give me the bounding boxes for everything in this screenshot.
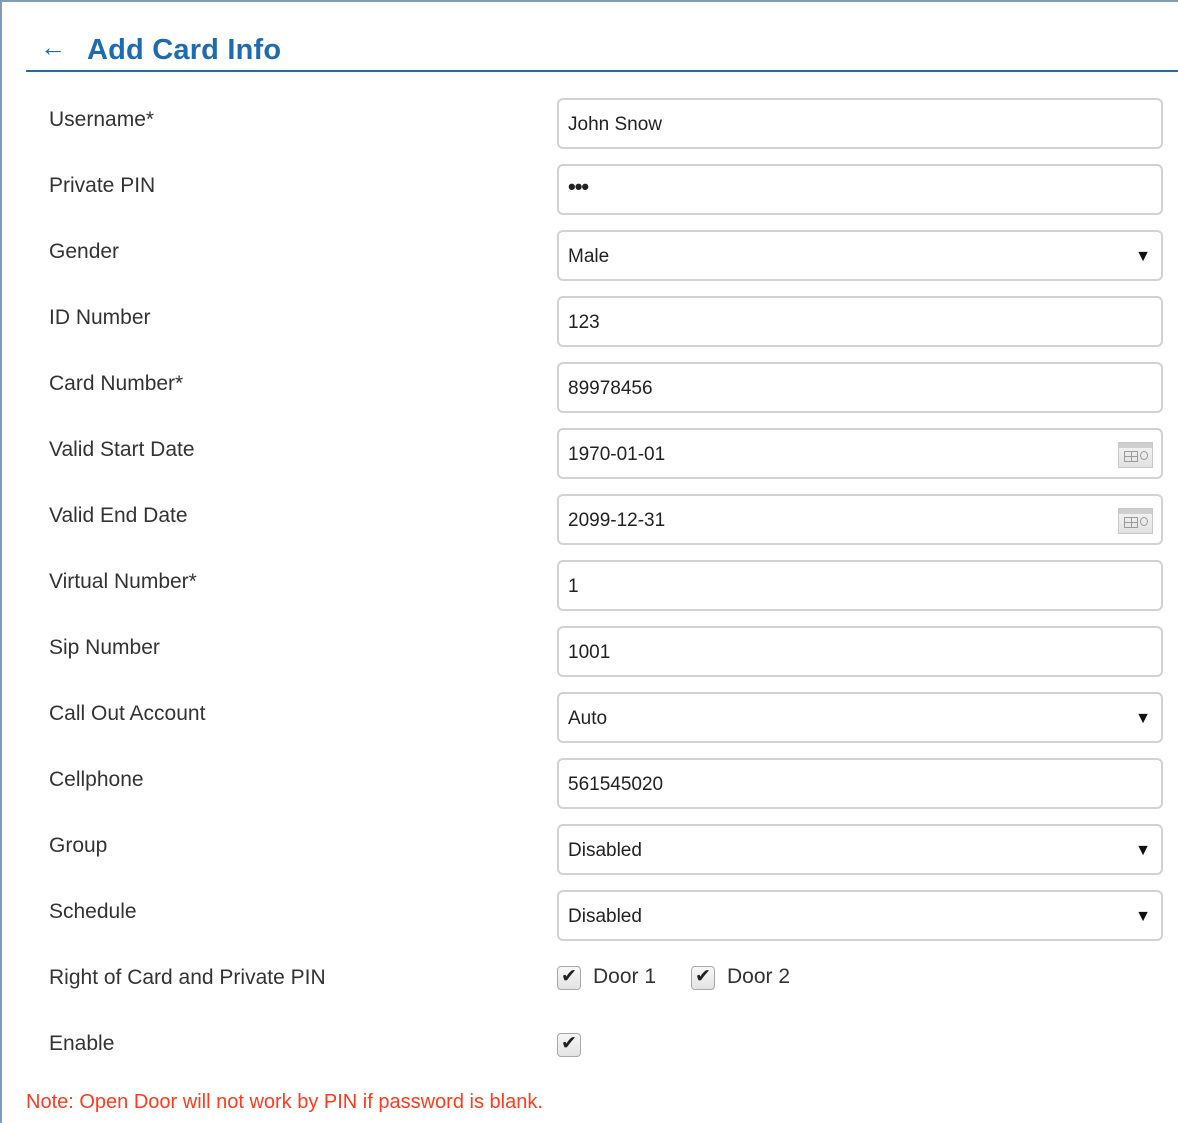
checkmark-icon: ✔ xyxy=(695,966,711,987)
chevron-down-icon: ▼ xyxy=(1135,710,1151,727)
group-select[interactable]: Disabled ▼ xyxy=(557,824,1163,875)
form-row-username: Username* John Snow xyxy=(2,98,1178,150)
page-frame: ← Add Card Info Username* John Snow Priv… xyxy=(0,0,1178,1123)
calendar-icon[interactable] xyxy=(1118,442,1153,468)
door2-checkbox[interactable]: ✔ xyxy=(691,966,715,990)
calendar-icon-dot xyxy=(1140,517,1148,526)
schedule-value: Disabled xyxy=(568,906,642,927)
gender-label: Gender xyxy=(49,240,120,263)
call-out-account-label: Call Out Account xyxy=(49,702,206,725)
group-value: Disabled xyxy=(568,840,642,861)
id-number-value: 123 xyxy=(568,312,600,333)
valid-end-date-input[interactable]: 2099-12-31 xyxy=(557,494,1163,545)
gender-select[interactable]: Male ▼ xyxy=(557,230,1163,281)
form-row-gender: Gender Male ▼ xyxy=(2,230,1178,282)
cellphone-value: 561545020 xyxy=(568,774,664,795)
checkmark-icon: ✔ xyxy=(561,1033,577,1054)
arrow-left-icon[interactable]: ← xyxy=(40,32,66,62)
checkmark-icon: ✔ xyxy=(561,966,577,987)
calendar-icon-top xyxy=(1119,509,1152,514)
call-out-account-select[interactable]: Auto ▼ xyxy=(557,692,1163,743)
group-label: Group xyxy=(49,834,108,857)
calendar-icon-grid xyxy=(1124,517,1138,528)
form-row-sip-number: Sip Number 1001 xyxy=(2,626,1178,678)
page-header: ← Add Card Info xyxy=(26,30,1178,72)
valid-start-date-value: 1970-01-01 xyxy=(568,444,666,465)
form-row-right-of-card: Right of Card and Private PIN ✔ Door 1 ✔… xyxy=(2,956,1178,1008)
schedule-label: Schedule xyxy=(49,900,137,923)
form-row-schedule: Schedule Disabled ▼ xyxy=(2,890,1178,942)
calendar-icon[interactable] xyxy=(1118,508,1153,534)
virtual-number-input[interactable]: 1 xyxy=(557,560,1163,611)
form-row-private-pin: Private PIN ••• xyxy=(2,164,1178,216)
chevron-down-icon: ▼ xyxy=(1135,842,1151,859)
right-of-card-label: Right of Card and Private PIN xyxy=(49,966,326,989)
door2-label: Door 2 xyxy=(727,965,791,988)
form-row-call-out-account: Call Out Account Auto ▼ xyxy=(2,692,1178,744)
id-number-input[interactable]: 123 xyxy=(557,296,1163,347)
door1-checkbox[interactable]: ✔ xyxy=(557,966,581,990)
sip-number-input[interactable]: 1001 xyxy=(557,626,1163,677)
card-number-input[interactable]: 89978456 xyxy=(557,362,1163,413)
chevron-down-icon: ▼ xyxy=(1135,248,1151,265)
chevron-down-icon: ▼ xyxy=(1135,908,1151,925)
schedule-select[interactable]: Disabled ▼ xyxy=(557,890,1163,941)
private-pin-input[interactable]: ••• xyxy=(557,164,1163,215)
form-row-enable: Enable ✔ xyxy=(2,1022,1178,1074)
sip-number-value: 1001 xyxy=(568,642,611,663)
form-row-valid-end-date: Valid End Date 2099-12-31 xyxy=(2,494,1178,546)
cellphone-label: Cellphone xyxy=(49,768,144,791)
valid-end-date-label: Valid End Date xyxy=(49,504,188,527)
username-value: John Snow xyxy=(568,114,663,135)
valid-end-date-value: 2099-12-31 xyxy=(568,510,666,531)
calendar-icon-dot xyxy=(1140,451,1148,460)
form-row-cellphone: Cellphone 561545020 xyxy=(2,758,1178,810)
gender-value: Male xyxy=(568,246,610,267)
form-row-virtual-number: Virtual Number* 1 xyxy=(2,560,1178,612)
form-row-id-number: ID Number 123 xyxy=(2,296,1178,348)
valid-start-date-label: Valid Start Date xyxy=(49,438,195,461)
enable-checkbox[interactable]: ✔ xyxy=(557,1033,581,1057)
cellphone-input[interactable]: 561545020 xyxy=(557,758,1163,809)
sip-number-label: Sip Number xyxy=(49,636,160,659)
enable-label: Enable xyxy=(49,1032,115,1055)
form-row-group: Group Disabled ▼ xyxy=(2,824,1178,876)
username-input[interactable]: John Snow xyxy=(557,98,1163,149)
note-text: Note: Open Door will not work by PIN if … xyxy=(26,1091,543,1113)
id-number-label: ID Number xyxy=(49,306,151,329)
valid-start-date-input[interactable]: 1970-01-01 xyxy=(557,428,1163,479)
page-title: Add Card Info xyxy=(87,34,282,66)
private-pin-label: Private PIN xyxy=(49,174,156,197)
form-row-card-number: Card Number* 89978456 xyxy=(2,362,1178,414)
call-out-account-value: Auto xyxy=(568,708,608,729)
private-pin-value: ••• xyxy=(568,174,589,199)
card-number-value: 89978456 xyxy=(568,378,653,399)
door1-label: Door 1 xyxy=(593,965,657,988)
virtual-number-value: 1 xyxy=(568,576,579,597)
card-number-label: Card Number* xyxy=(49,372,184,395)
virtual-number-label: Virtual Number* xyxy=(49,570,197,593)
calendar-icon-top xyxy=(1119,443,1152,448)
username-label: Username* xyxy=(49,108,155,131)
form-row-valid-start-date: Valid Start Date 1970-01-01 xyxy=(2,428,1178,480)
calendar-icon-grid xyxy=(1124,451,1138,462)
